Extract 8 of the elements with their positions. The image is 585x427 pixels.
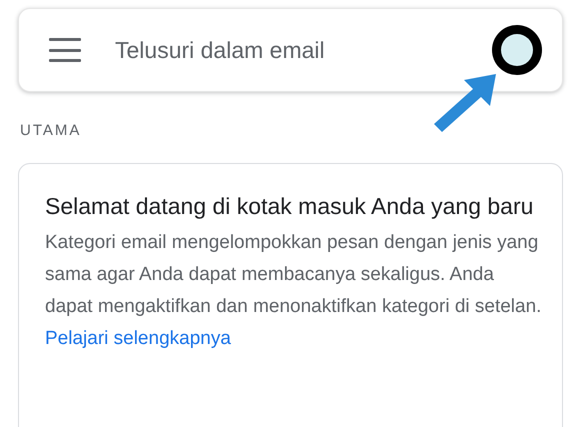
menu-button[interactable] — [49, 38, 81, 62]
learn-more-link[interactable]: Pelajari selengkapnya — [45, 328, 231, 349]
arrow-icon — [432, 72, 498, 134]
search-field[interactable]: Telusuri dalam email — [113, 36, 492, 64]
card-title: Selamat datang di kotak masuk Anda yang baru — [45, 192, 534, 221]
avatar[interactable] — [492, 25, 542, 75]
card-body: Kategori email mengelompokkan pesan dengan jenis yang sama agar Anda dapat membacanya sekaligus. Anda dapat mengaktifkan dan menonaktifkan kategori di setelan. Pelajari selengkapnya — [45, 231, 542, 351]
section-label: UTAMA — [20, 122, 82, 139]
